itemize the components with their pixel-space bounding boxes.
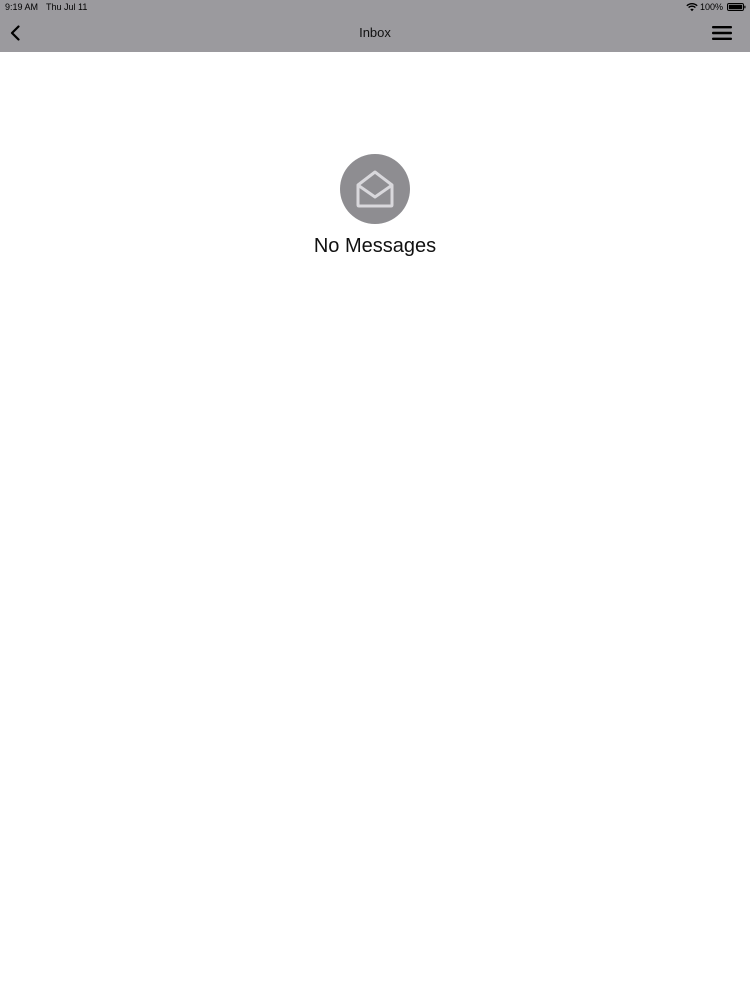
navigation-bar: Inbox [0,14,750,52]
status-time: 9:19 AM [5,2,39,12]
open-envelope-icon [356,170,394,208]
chevron-left-icon [10,25,20,41]
empty-state-icon-circle [340,154,410,224]
status-date: Thu Jul 11 [46,2,88,12]
empty-state-message: No Messages [313,235,437,257]
status-bar: 9:19 AM Thu Jul 11 100% [0,0,750,14]
battery-percent: 100% [700,2,724,12]
battery-icon [727,3,746,11]
top-bar: 9:19 AM Thu Jul 11 100% Inbox [0,0,750,52]
menu-button[interactable] [710,22,734,44]
wifi-icon [686,3,698,12]
page-title: Inbox [359,25,391,40]
back-button[interactable] [4,20,26,46]
hamburger-menu-icon [712,26,732,40]
